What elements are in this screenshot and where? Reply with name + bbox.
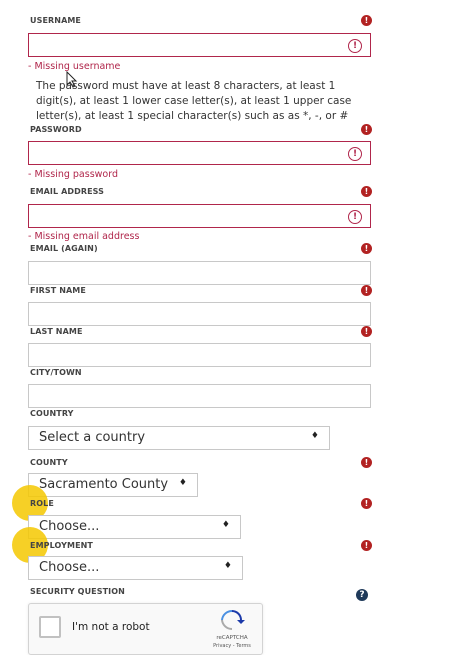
employment-select[interactable]: Choose... ♦: [28, 556, 243, 580]
first-name-required-icon: !: [361, 285, 372, 296]
recaptcha-logo-icon: [221, 610, 245, 630]
email-required-icon: !: [361, 186, 372, 197]
first-name-label: FIRST NAME: [30, 286, 86, 295]
email-again-required-icon: !: [361, 243, 372, 254]
role-select[interactable]: Choose... ♦: [28, 515, 241, 539]
password-error-icon: !: [348, 147, 362, 161]
employment-required-icon: !: [361, 540, 372, 551]
county-select-value: Sacramento County: [39, 477, 169, 492]
country-select[interactable]: Select a country ♦: [28, 426, 330, 450]
email-again-label: EMAIL (AGAIN): [30, 244, 98, 253]
username-input[interactable]: !: [28, 33, 371, 57]
dropdown-arrow-icon: ♦: [178, 478, 187, 488]
username-label: USERNAME: [30, 16, 81, 25]
country-select-value: Select a country: [39, 430, 146, 445]
recaptcha-brand: reCAPTCHA: [216, 635, 248, 641]
dropdown-arrow-icon: ♦: [310, 431, 319, 441]
recaptcha-checkbox[interactable]: [39, 616, 61, 638]
city-input[interactable]: [28, 384, 371, 408]
role-select-value: Choose...: [39, 519, 100, 534]
recaptcha-links[interactable]: Privacy - Terms: [209, 643, 255, 649]
country-label: COUNTRY: [30, 409, 74, 418]
recaptcha-widget: I'm not a robot reCAPTCHA Privacy - Term…: [28, 603, 263, 655]
email-error-message: - Missing email address: [28, 231, 140, 242]
recaptcha-label: I'm not a robot: [72, 621, 150, 633]
security-question-label: SECURITY QUESTION: [30, 587, 125, 596]
password-required-icon: !: [361, 124, 372, 135]
dropdown-arrow-icon: ♦: [223, 561, 232, 571]
last-name-input[interactable]: [28, 343, 371, 367]
username-required-icon: !: [361, 15, 372, 26]
first-name-input[interactable]: [28, 302, 371, 326]
county-select[interactable]: Sacramento County ♦: [28, 473, 198, 497]
last-name-required-icon: !: [361, 326, 372, 337]
email-error-icon: !: [348, 210, 362, 224]
county-required-icon: !: [361, 457, 372, 468]
dropdown-arrow-icon: ♦: [221, 520, 230, 530]
password-requirements-help: The password must have at least 8 charac…: [36, 80, 352, 122]
last-name-label: LAST NAME: [30, 327, 83, 336]
email-input[interactable]: !: [28, 204, 371, 228]
password-label: PASSWORD: [30, 125, 82, 134]
email-again-input[interactable]: [28, 261, 371, 285]
city-label: CITY/TOWN: [30, 368, 82, 377]
help-icon[interactable]: ?: [356, 589, 368, 601]
county-label: COUNTY: [30, 458, 68, 467]
email-label: EMAIL ADDRESS: [30, 187, 105, 196]
role-label: ROLE: [30, 499, 54, 508]
password-error-message: - Missing password: [28, 169, 118, 180]
username-error-icon: !: [348, 39, 362, 53]
role-required-icon: !: [361, 498, 372, 509]
password-input[interactable]: !: [28, 141, 371, 165]
employment-select-value: Choose...: [39, 560, 100, 575]
employment-label: EMPLOYMENT: [30, 541, 93, 550]
